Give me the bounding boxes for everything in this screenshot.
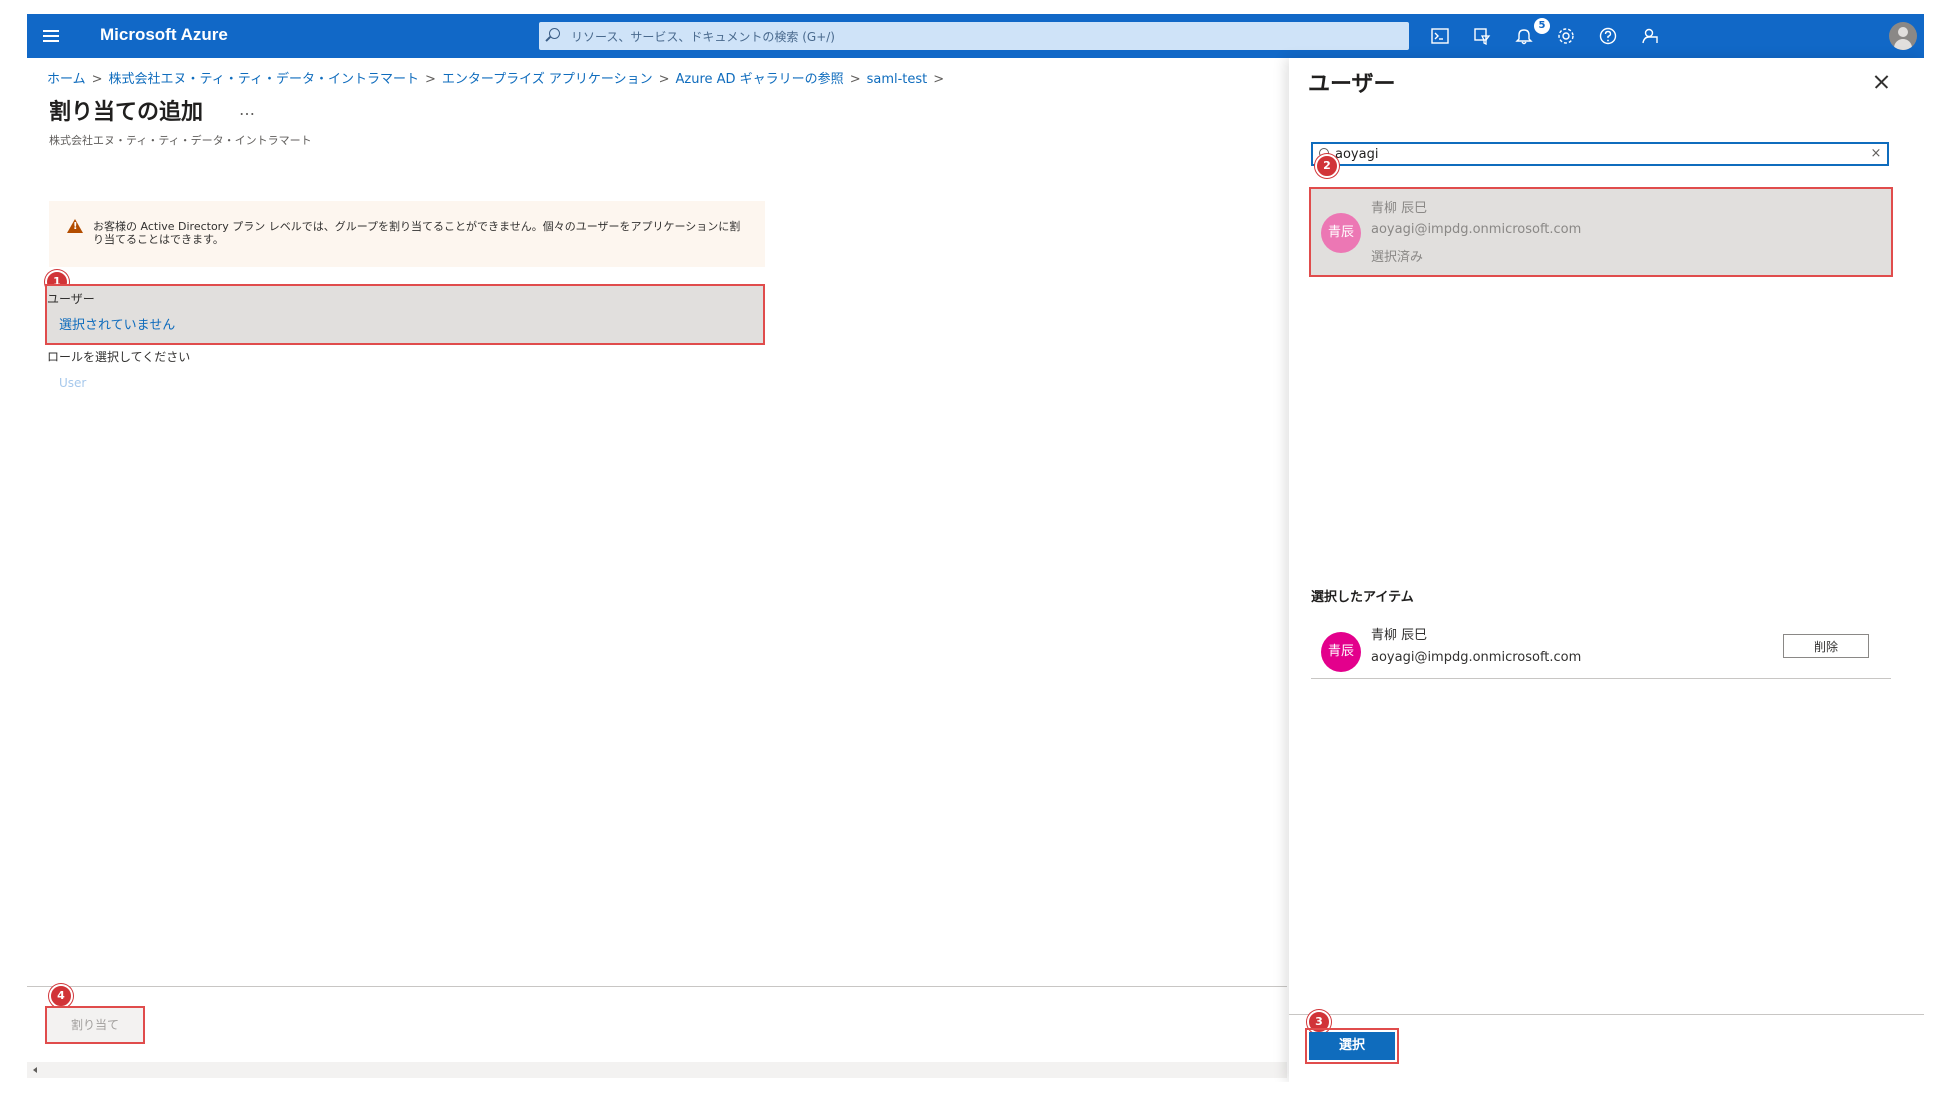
breadcrumb-separator: > bbox=[658, 72, 670, 87]
notification-count-badge: 5 bbox=[1534, 18, 1550, 34]
breadcrumb-separator: > bbox=[933, 72, 945, 87]
breadcrumb: ホーム > 株式会社エヌ・ティ・ティ・データ・イントラマート > エンタープライズ アプ… bbox=[47, 68, 950, 87]
user-select-link[interactable]: 選択されていません bbox=[59, 314, 175, 333]
directory-filter-icon[interactable] bbox=[1469, 23, 1495, 49]
breadcrumb-app[interactable]: saml-test bbox=[867, 72, 928, 87]
result-status: 選択済み bbox=[1371, 250, 1424, 265]
role-label: ロールを選択してください bbox=[47, 350, 191, 364]
assign-button[interactable]: 割り当て bbox=[45, 1006, 145, 1044]
user-label: ユーザー bbox=[47, 292, 95, 306]
panel-title: ユーザー bbox=[1308, 72, 1396, 97]
user-search-field[interactable]: × bbox=[1311, 142, 1889, 166]
breadcrumb-separator: > bbox=[91, 72, 103, 87]
help-icon[interactable] bbox=[1595, 23, 1621, 49]
avatar: 青辰 bbox=[1321, 213, 1361, 253]
user-search-input[interactable] bbox=[1335, 145, 1855, 163]
result-name: 青柳 辰巳 bbox=[1371, 201, 1428, 216]
panel-footer-divider bbox=[1289, 1014, 1924, 1015]
azure-portal-window: Microsoft Azure リソース、サービス、ドキュメントの検索 (G+/… bbox=[27, 14, 1924, 1082]
page-subtitle: 株式会社エヌ・ティ・ティ・データ・イントラマート bbox=[49, 134, 312, 147]
hamburger-menu-icon[interactable] bbox=[39, 23, 65, 49]
settings-icon[interactable] bbox=[1553, 23, 1579, 49]
step-marker-3: 3 bbox=[1307, 1010, 1331, 1034]
role-select-link[interactable]: User bbox=[59, 376, 86, 390]
footer-divider bbox=[27, 986, 1287, 987]
feedback-icon[interactable] bbox=[1637, 23, 1663, 49]
search-icon bbox=[549, 28, 560, 39]
horizontal-scrollbar[interactable] bbox=[27, 1062, 1287, 1078]
page-title: 割り当ての追加 bbox=[49, 100, 204, 125]
account-avatar[interactable] bbox=[1889, 22, 1917, 50]
breadcrumb-separator: > bbox=[849, 72, 861, 87]
warning-text: お客様の Active Directory プラン レベルでは、グループを割り当… bbox=[93, 220, 741, 246]
top-bar: Microsoft Azure リソース、サービス、ドキュメントの検索 (G+/… bbox=[27, 14, 1924, 58]
users-panel: ユーザー × 2 青辰 青柳 辰巳 aoyagi@impdg.onmicroso… bbox=[1289, 58, 1924, 1082]
plan-warning-banner: お客様の Active Directory プラン レベルでは、グループを割り当… bbox=[49, 201, 765, 267]
search-result-row[interactable]: 青辰 青柳 辰巳 aoyagi@impdg.onmicrosoft.com 選択… bbox=[1309, 187, 1893, 277]
warning-icon bbox=[67, 219, 83, 233]
close-icon[interactable] bbox=[1869, 70, 1893, 94]
selected-email: aoyagi@impdg.onmicrosoft.com bbox=[1371, 650, 1582, 665]
more-options-icon[interactable]: … bbox=[239, 100, 255, 119]
cloud-shell-icon[interactable] bbox=[1427, 23, 1453, 49]
step-marker-4: 4 bbox=[49, 984, 73, 1008]
selected-item-row: 青辰 青柳 辰巳 aoyagi@impdg.onmicrosoft.com 削除 bbox=[1311, 614, 1891, 679]
breadcrumb-gallery[interactable]: Azure AD ギャラリーの参照 bbox=[676, 72, 844, 87]
avatar: 青辰 bbox=[1321, 632, 1361, 672]
breadcrumb-enterprise-apps[interactable]: エンタープライズ アプリケーション bbox=[442, 72, 653, 87]
brand-title[interactable]: Microsoft Azure bbox=[100, 25, 228, 45]
add-assignment-blade: ホーム > 株式会社エヌ・ティ・ティ・データ・イントラマート > エンタープライズ アプ… bbox=[27, 58, 1287, 1082]
selected-name: 青柳 辰巳 bbox=[1371, 628, 1428, 643]
remove-button[interactable]: 削除 bbox=[1783, 634, 1869, 658]
clear-search-icon[interactable]: × bbox=[1868, 145, 1884, 163]
breadcrumb-separator: > bbox=[424, 72, 436, 87]
global-search-input[interactable]: リソース、サービス、ドキュメントの検索 (G+/) bbox=[539, 22, 1409, 50]
scroll-left-icon[interactable] bbox=[33, 1067, 37, 1073]
select-button[interactable]: 選択 bbox=[1305, 1028, 1399, 1064]
breadcrumb-home[interactable]: ホーム bbox=[47, 72, 86, 87]
result-email: aoyagi@impdg.onmicrosoft.com bbox=[1371, 222, 1582, 237]
breadcrumb-tenant[interactable]: 株式会社エヌ・ティ・ティ・データ・イントラマート bbox=[109, 72, 419, 87]
search-placeholder: リソース、サービス、ドキュメントの検索 (G+/) bbox=[571, 30, 835, 44]
step-marker-2: 2 bbox=[1315, 154, 1339, 178]
selected-items-heading: 選択したアイテム bbox=[1311, 590, 1414, 605]
